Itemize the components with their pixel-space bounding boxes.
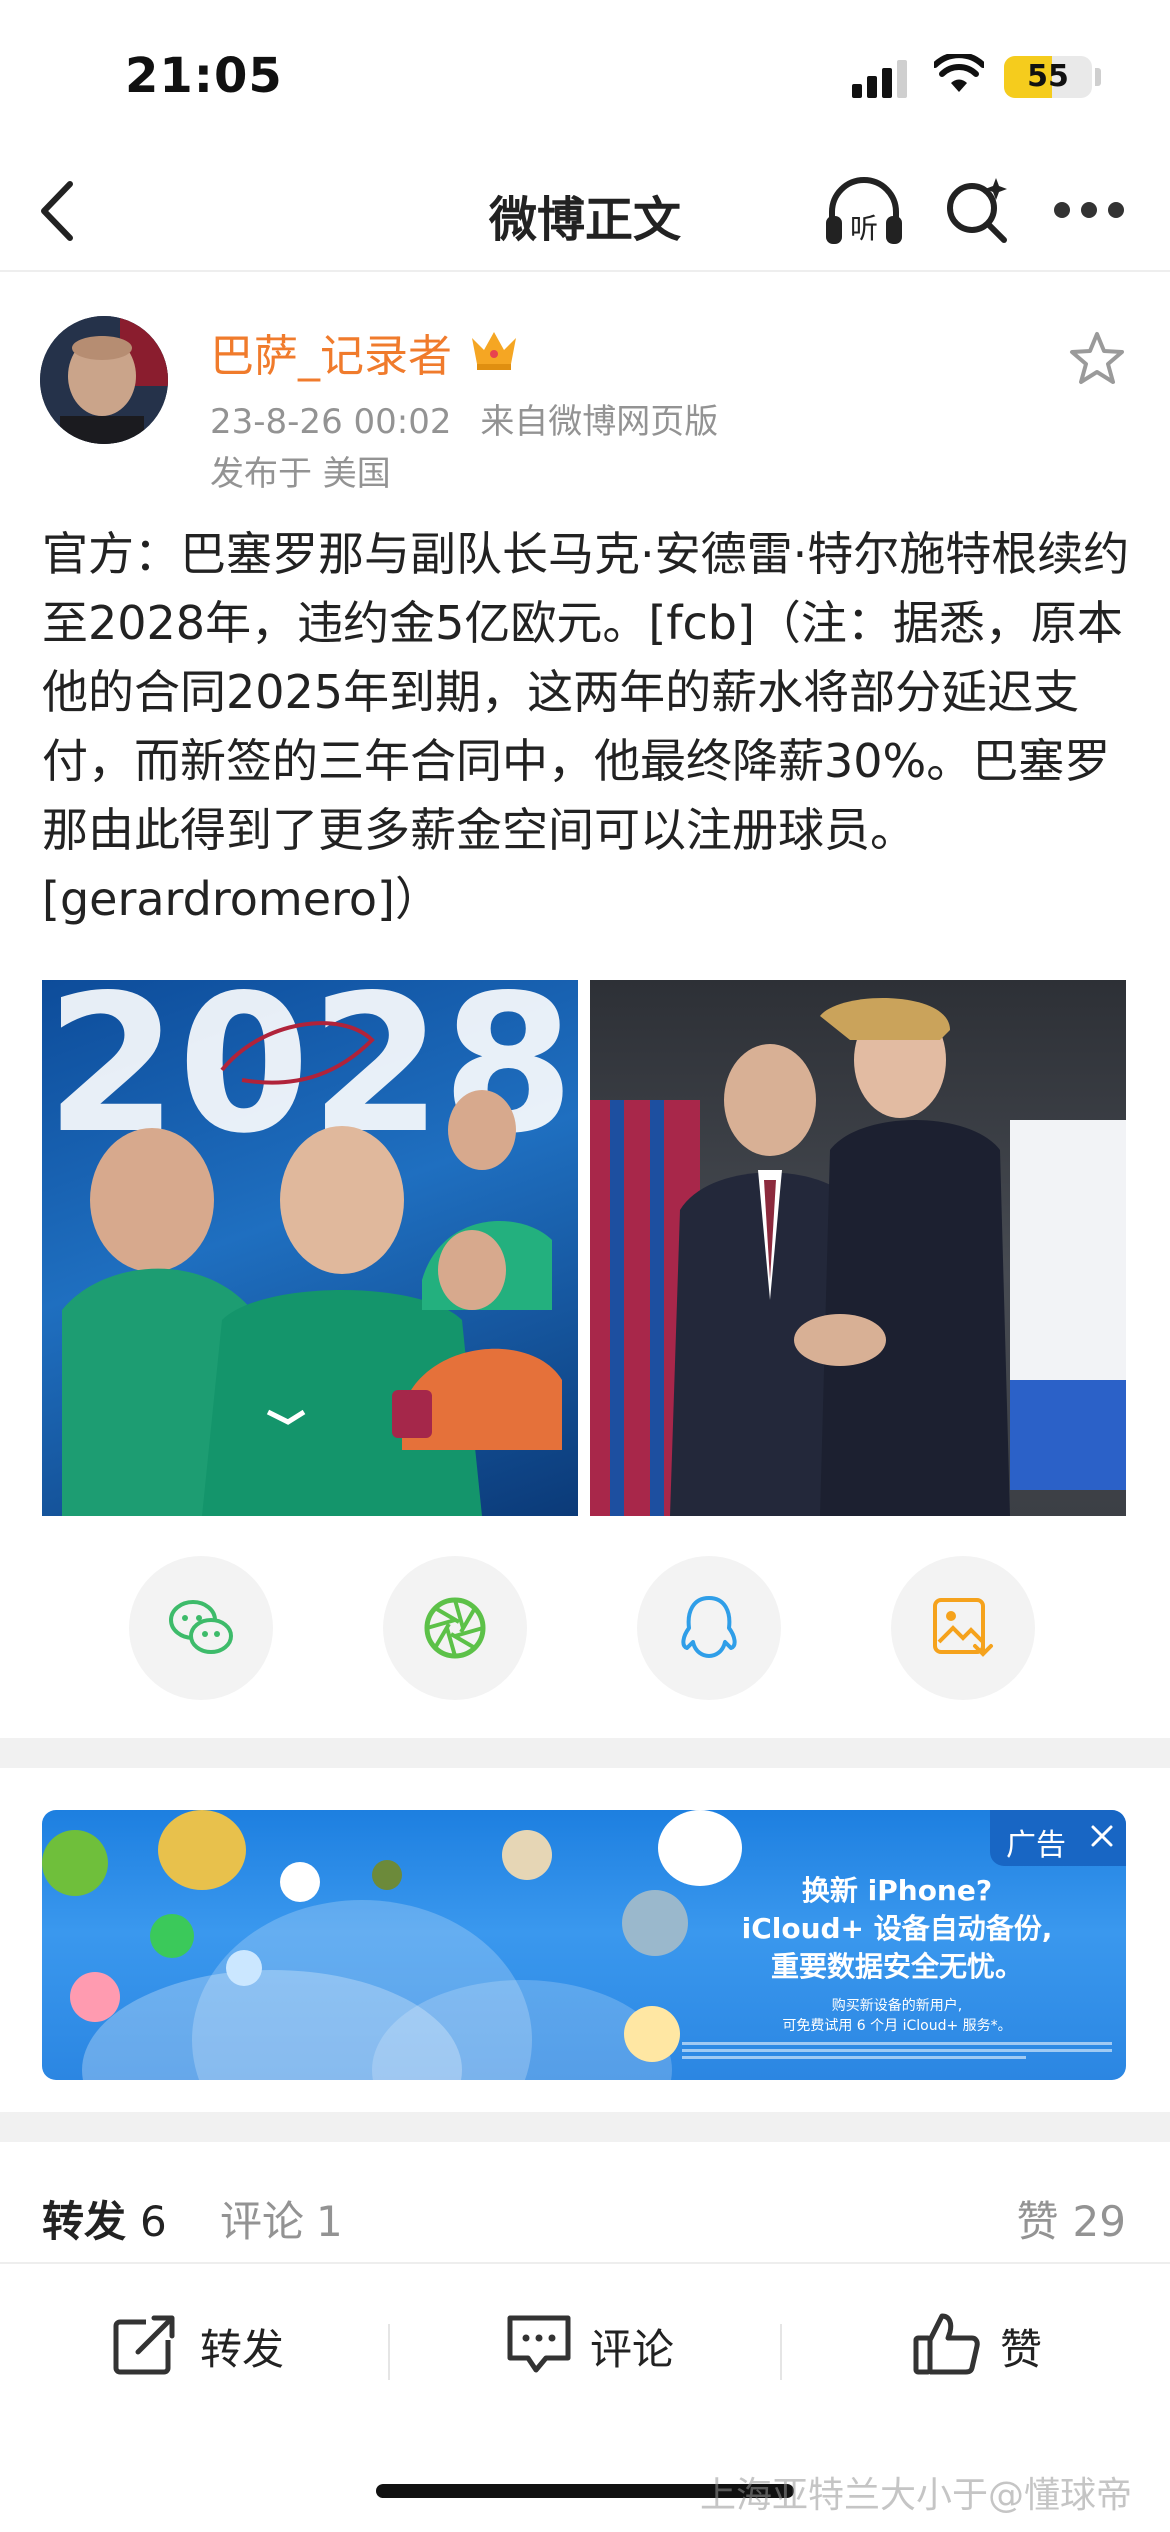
more-dots-icon[interactable] [1054, 198, 1126, 222]
section-divider [0, 2112, 1170, 2142]
comment-label: 评论 [220, 2197, 305, 2246]
wifi-icon [934, 54, 984, 92]
post-date: 23-8-26 00:02 [210, 402, 452, 442]
share-qq-button[interactable] [637, 1556, 781, 1700]
repost-count: 6 [140, 2197, 167, 2246]
ad-line-2: iCloud+ 设备自动备份, [741, 1912, 1053, 1945]
like-label: 赞 [1016, 2197, 1059, 2246]
share-wechat-button[interactable] [129, 1556, 273, 1700]
app-bubble-icon [624, 2006, 680, 2062]
repost-button[interactable]: 转发 [110, 2304, 300, 2384]
comment-button[interactable]: 评论 [504, 2304, 694, 2384]
wechat-icon [169, 1600, 233, 1654]
action-bar: 转发 评论 赞 [0, 2262, 1170, 2422]
status-time: 21:05 [125, 48, 283, 104]
listen-headphones-icon[interactable]: 听 [822, 172, 906, 250]
save-image-button[interactable] [891, 1556, 1035, 1700]
ad-small-1: 购买新设备的新用户, [831, 1998, 963, 2014]
ad-banner[interactable]: 换新 iPhone? iCloud+ 设备自动备份, 重要数据安全无忧。 购买新… [42, 1810, 1126, 2080]
poster-image[interactable]: 2028 [42, 980, 578, 1516]
star-icon[interactable] [1068, 330, 1126, 386]
post-location: 发布于 美国 [210, 454, 391, 494]
ad-badge-label: 广告 [1006, 1828, 1066, 1863]
app-bubble-icon [70, 1972, 120, 2022]
ad-fine-print [682, 2042, 1112, 2072]
repost-button-label: 转发 [200, 2325, 285, 2374]
app-bubble-icon [280, 1862, 320, 1902]
post-body: 官方：巴塞罗那与副队长马克·安德雷·特尔施特根续约至2028年，违约金5亿欧元。… [42, 527, 1130, 926]
app-bubble-icon [372, 1860, 402, 1890]
ad-copy: 换新 iPhone? iCloud+ 设备自动备份, 重要数据安全无忧。 购买新… [692, 1872, 1102, 2036]
watermark: 上海亚特兰大小于@懂球帝 [700, 2475, 1133, 2516]
interaction-counts: 转发 6 评论 1 赞 29 [0, 2160, 1170, 2260]
share-moments-button[interactable] [383, 1556, 527, 1700]
signal-icon [852, 58, 908, 98]
like-count: 29 [1072, 2197, 1126, 2246]
avatar[interactable] [40, 316, 168, 444]
svg-text:听: 听 [850, 212, 878, 245]
post-meta: 23-8-26 00:02 来自微博网页版 [210, 394, 718, 443]
close-icon[interactable] [1090, 1824, 1114, 1848]
repost-label: 转发 [42, 2197, 127, 2246]
thumbs-up-icon [913, 2313, 980, 2375]
moments-icon [424, 1597, 486, 1659]
app-bubble-icon [158, 1810, 246, 1890]
tab-like[interactable]: 赞 29 [1017, 2188, 1126, 2249]
ad-line-3: 重要数据安全无忧。 [770, 1950, 1023, 1983]
tab-comment[interactable]: 评论 1 [220, 2188, 343, 2249]
save-image-icon [933, 1598, 993, 1657]
like-button[interactable]: 赞 [912, 2304, 1062, 2384]
status-bar: 21:05 55 [0, 0, 1170, 150]
search-icon[interactable] [940, 174, 1014, 248]
ad-badge[interactable]: 广告 [990, 1810, 1126, 1866]
app-bubble-icon [622, 1890, 688, 1956]
battery-tip [1095, 68, 1101, 86]
crown-icon [472, 332, 516, 370]
ad-headline: 换新 iPhone? [801, 1874, 993, 1907]
comment-count: 1 [316, 2197, 343, 2246]
author-name[interactable]: 巴萨_记录者 [210, 320, 452, 384]
app-bubble-icon [150, 1914, 194, 1958]
app-bubble-icon [502, 1830, 552, 1880]
app-bubble-icon [226, 1950, 262, 1986]
tab-repost[interactable]: 转发 6 [42, 2188, 167, 2249]
ad-small-2: 可免费试用 6 个月 iCloud+ 服务*。 [782, 2018, 1012, 2034]
action-divider [780, 2324, 782, 2380]
post-source: 来自微博网页版 [480, 402, 719, 442]
comment-button-label: 评论 [590, 2325, 675, 2374]
repost-icon [113, 2314, 176, 2375]
photo-image[interactable] [590, 980, 1126, 1516]
nav-bar: 微博正文 听 [0, 150, 1170, 272]
battery-icon: 55 [1004, 56, 1092, 98]
action-divider [388, 2324, 390, 2380]
section-divider [0, 1738, 1170, 1768]
comment-icon [507, 2315, 571, 2373]
like-button-label: 赞 [1000, 2325, 1043, 2374]
qq-icon [681, 1596, 737, 1658]
battery-level: 55 [1027, 59, 1069, 94]
app-bubble-icon [42, 1830, 108, 1896]
